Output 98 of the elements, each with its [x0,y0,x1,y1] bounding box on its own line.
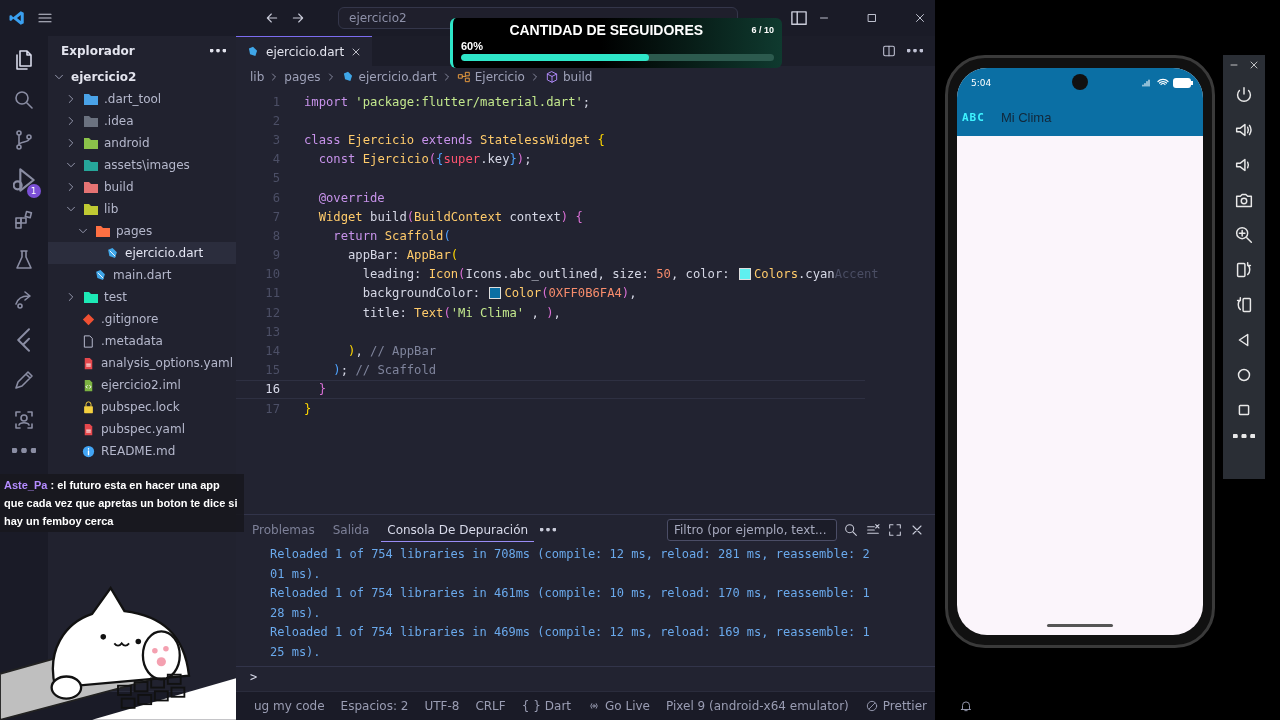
panel-tab[interactable]: Consola De Depuración [381,518,535,542]
follower-count: 6 / 10 [751,25,774,35]
more-icon [907,49,923,53]
close-icon [913,11,927,25]
code-text: Color(0XFF0B6FA4), [504,286,637,301]
forward-arrow-icon [290,10,306,26]
folder-item[interactable]: android [48,132,236,154]
console-output-line: Reloaded 1 of 754 libraries in 708ms (compile: 12 ms, reload: 281 ms, reassemble: 2 [270,546,871,563]
code-text: title: Text('Mi Clima' , ), [361,305,561,320]
status-item[interactable]: Pixel 9 (android-x64 emulator) [666,699,849,713]
pencil-icon [12,368,36,392]
file-item[interactable]: .gitignore [48,308,236,330]
code-text: appBar: AppBar( [347,248,459,263]
filter-field[interactable]: Filtro (por ejemplo, text... [667,519,837,541]
split-editor-icon [881,43,897,59]
file-item[interactable]: pubspec.yaml [48,418,236,440]
more-icon [210,49,226,53]
braces-icon: { } [521,699,541,713]
code-text: leading: Icon(Icons.abc_outlined, size: 50, color: [361,267,731,282]
file-item[interactable]: ejercicio.dart [48,242,236,264]
more-icon [540,528,557,532]
percent-label: 60% [461,40,485,52]
code-text: } [317,382,326,397]
code-text: return Scaffold( [332,228,451,243]
cube-icon [544,70,559,84]
file-item[interactable]: analysis_options.yaml [48,352,236,374]
more-icon [12,448,36,453]
file-item[interactable]: main.dart [48,264,236,286]
status-item[interactable]: Espacios: 2 [340,699,409,713]
signal-icon [1141,77,1153,89]
folder-item[interactable]: build [48,176,236,198]
code-text: class Ejercicio extends StatelessWidget { [304,132,605,147]
code-text: } [304,401,312,416]
status-item[interactable]: UTF-8 [424,699,460,713]
maximize-icon [887,522,903,538]
folder-item[interactable]: .idea [48,110,236,132]
file-item[interactable]: pubspec.lock [48,396,236,418]
file-icon [81,333,96,349]
more-icon [1233,434,1255,439]
search-icon [12,88,36,112]
notification-badge: 1 [26,184,41,198]
breadcrumb-item[interactable]: build [562,70,593,84]
back-arrow-icon [264,10,280,26]
console-output-line: Reloaded 1 of 754 libraries in 461ms (compile: 10 ms, reload: 170 ms, reassemble: 1 [270,585,871,602]
editor-tab[interactable]: ejercicio.dart [236,36,373,66]
class-icon [456,70,471,84]
panel-tab[interactable]: Problemas [246,519,321,541]
diamond-icon [81,311,96,327]
breadcrumb-item[interactable]: ejercicio.dart [358,70,437,84]
code-text: Widget build(BuildContext context) { [317,209,583,224]
folder-item[interactable]: assets\images [48,154,236,176]
status-item[interactable]: Dart [544,699,572,713]
maximize-icon [865,11,879,25]
close-icon [1248,59,1260,71]
sidebar-title: Explorador [61,44,135,58]
code-text: backgroundColor: [361,286,482,301]
code-text: const Ejercicio({super.key}); [317,152,532,167]
home-indicator [1047,624,1113,627]
line-number: 16 [264,382,281,397]
console-output-line: Reloaded 1 of 754 libraries in 469ms (compile: 12 ms, reload: 169 ms, reassemble: 1 [270,624,871,641]
battery-icon [1173,78,1193,88]
layout-icon [791,10,807,26]
console-prompt: > [250,670,258,684]
folder-item[interactable]: lib [48,198,236,220]
status-item[interactable]: CRLF [475,699,506,713]
file-item[interactable]: README.md [48,440,236,462]
file-item[interactable]: .metadata [48,330,236,352]
scan-icon [12,408,36,432]
code-text: ), // AppBar [347,344,437,359]
abc-icon: ABC [962,110,985,124]
app-title: Mi Clima [1000,109,1052,125]
lock-icon [81,399,96,415]
chat-message: Aste_Pa : el futuro esta en hacer una app que cada vez que apretas un boton te dice si hay un femboy cerca [0,474,244,532]
prohibited-icon [864,699,879,713]
folder-item[interactable]: pages [48,220,236,242]
breadcrumb-item[interactable]: pages [284,70,321,84]
clock-text: 5:04 [971,78,992,88]
folder-item[interactable]: test [48,286,236,308]
folder-item[interactable]: ejercicio2 [48,66,236,88]
code-text: import 'package:flutter/material.dart'; [304,94,591,109]
breadcrumb-item[interactable]: lib [250,70,265,84]
status-item[interactable]: Prettier [882,699,927,713]
console-output-line: 28 ms). [270,604,322,622]
zoom-in-icon [1233,224,1255,246]
camera-hole [1072,74,1088,90]
file-item[interactable]: ejercicio2.iml [48,374,236,396]
folder-item[interactable]: .dart_tool [48,88,236,110]
console-output-line: 01 ms). [270,565,322,583]
panel-tab[interactable]: Salida [326,519,376,541]
code-text: @override [317,190,385,205]
console-output-line: 25 ms). [270,643,322,661]
search-icon [843,522,859,538]
status-item[interactable]: ug my code [254,699,325,713]
info-icon [81,443,96,459]
breadcrumb-item[interactable]: Ejercicio [474,70,525,84]
bell-icon [958,699,973,713]
status-item[interactable]: Go Live [605,699,650,713]
code-text: ); // Scaffold [332,363,437,378]
